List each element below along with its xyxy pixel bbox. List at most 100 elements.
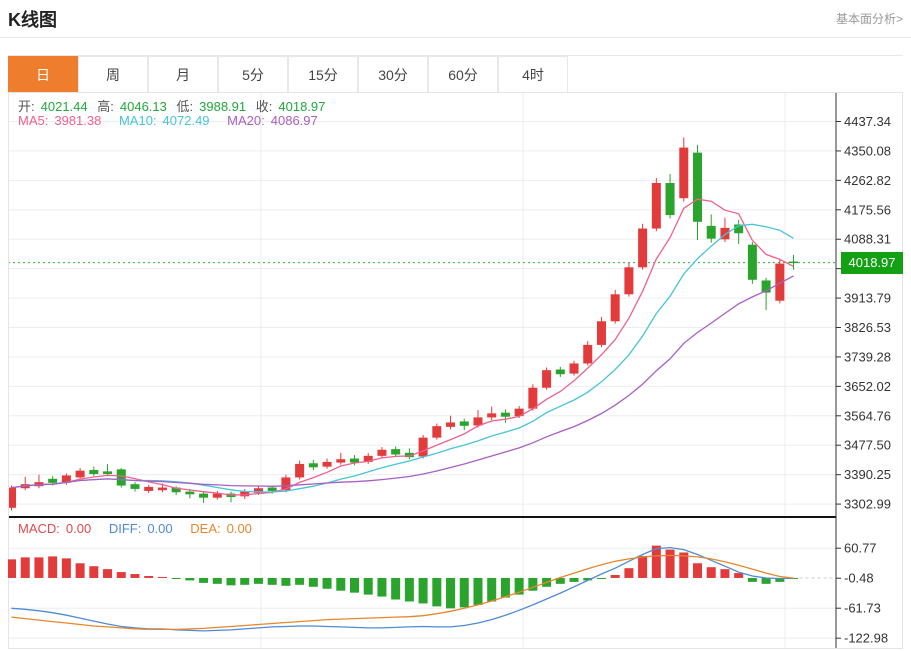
macd-histogram-bar — [130, 574, 139, 578]
open-label: 开: — [18, 99, 35, 114]
kline-page: K线图 基本面分析> 日周月5分15分30分60分4时 4437.344350.… — [0, 0, 911, 651]
open-value: 4021.44 — [41, 99, 88, 114]
y-axis-tick-label: 3390.25 — [844, 467, 891, 482]
y-axis-tick-label: 3826.53 — [844, 320, 891, 335]
macd-histogram-bar — [144, 576, 153, 578]
ma-info-line: MA5:3981.38 MA10:4072.49 MA20:4086.97 — [18, 113, 324, 128]
candle-body — [309, 463, 318, 467]
ma10-label: MA10: — [119, 113, 157, 128]
candle-body — [89, 470, 98, 474]
macd-histogram-bar — [762, 578, 771, 584]
y-axis-tick-label: 4262.82 — [844, 173, 891, 188]
candle-body — [693, 153, 702, 222]
candle-body — [528, 388, 537, 409]
macd-histogram-bar — [336, 578, 345, 591]
candle-body — [185, 492, 194, 495]
macd-histogram-bar — [103, 569, 112, 578]
macd-histogram-bar — [158, 577, 167, 578]
candle-body — [501, 413, 510, 417]
candle-body — [213, 494, 222, 498]
candle-body — [76, 471, 85, 478]
tab-5分[interactable]: 5分 — [218, 56, 288, 93]
candle-body — [583, 345, 592, 364]
ma5-label: MA5: — [18, 113, 48, 128]
macd-histogram-bar — [281, 578, 290, 586]
period-tabbar: 日周月5分15分30分60分4时 — [8, 55, 903, 92]
macd-histogram-bar — [295, 578, 304, 585]
tab-60分[interactable]: 60分 — [428, 56, 498, 93]
tab-30分[interactable]: 30分 — [358, 56, 428, 93]
macd-histogram-bar — [611, 575, 620, 578]
candle-body — [144, 487, 153, 491]
candle-body — [542, 370, 551, 388]
candle-body — [268, 488, 277, 491]
tab-4时[interactable]: 4时 — [498, 56, 568, 93]
candle-body — [295, 464, 304, 477]
candle-body — [487, 413, 496, 417]
macd-histogram-bar — [117, 572, 126, 578]
candle-body — [556, 370, 565, 375]
chart-border — [9, 93, 903, 649]
candle-body — [117, 469, 126, 485]
current-price-badge: 4018.97 — [841, 252, 903, 274]
diff-value: 0.00 — [147, 521, 172, 536]
macd-histogram-bar — [8, 559, 16, 578]
macd-histogram-bar — [227, 578, 236, 585]
macd-info-line: MACD:0.00 DIFF:0.00 DEA:0.00 — [18, 521, 258, 536]
ma5-value: 3981.38 — [54, 113, 101, 128]
macd-histogram-bar — [199, 578, 208, 583]
candle-body — [789, 262, 798, 264]
candle-body — [611, 294, 620, 321]
candle-body — [158, 488, 167, 491]
y-axis-tick-label: 3652.02 — [844, 379, 891, 394]
close-label: 收: — [256, 99, 273, 114]
header-divider — [0, 37, 911, 38]
macd-histogram-bar — [501, 578, 510, 598]
dea-label: DEA: — [190, 521, 220, 536]
macd-axis-tick-label: -0.48 — [844, 571, 874, 586]
candle-body — [336, 459, 345, 462]
tab-日[interactable]: 日 — [8, 56, 78, 93]
candle-body — [432, 426, 441, 437]
candle-body — [391, 449, 400, 454]
ma5-line — [12, 199, 794, 495]
macd-histogram-bar — [570, 578, 579, 582]
candle-body — [597, 321, 606, 345]
tab-15分[interactable]: 15分 — [288, 56, 358, 93]
macd-axis-tick-label: -122.98 — [844, 631, 888, 646]
tab-周[interactable]: 周 — [78, 56, 148, 93]
fundamental-analysis-link[interactable]: 基本面分析> — [836, 10, 903, 27]
ma10-line — [12, 224, 794, 492]
dea-line — [12, 555, 794, 629]
candle-body — [8, 488, 16, 508]
y-axis-tick-label: 3564.76 — [844, 408, 891, 423]
macd-histogram-bar — [350, 578, 359, 593]
macd-histogram-bar — [172, 578, 181, 579]
macd-histogram-bar — [89, 566, 98, 578]
macd-histogram-bar — [377, 578, 386, 597]
diff-line — [12, 548, 794, 631]
y-axis-tick-label: 3913.79 — [844, 291, 891, 306]
ma20-value: 4086.97 — [271, 113, 318, 128]
candle-body — [666, 183, 675, 215]
candle-body — [748, 245, 757, 280]
macd-histogram-bar — [473, 578, 482, 605]
macd-histogram-bar — [597, 578, 606, 579]
candle-body — [199, 494, 208, 498]
candle-body — [624, 267, 633, 294]
tab-月[interactable]: 月 — [148, 56, 218, 93]
candle-body — [707, 226, 716, 239]
macd-histogram-bar — [76, 563, 85, 578]
candlestick-chart-canvas[interactable]: 4437.344350.084262.824175.564088.314001.… — [8, 92, 903, 650]
close-value: 4018.97 — [278, 99, 325, 114]
macd-value: 0.00 — [66, 521, 91, 536]
low-value: 3988.91 — [199, 99, 246, 114]
macd-histogram-bar — [419, 578, 428, 603]
candle-body — [377, 450, 386, 456]
macd-histogram-bar — [21, 557, 30, 578]
macd-histogram-bar — [460, 578, 469, 607]
macd-histogram-bar — [34, 557, 43, 578]
ma20-label: MA20: — [227, 113, 265, 128]
y-axis-tick-label: 3302.99 — [844, 497, 891, 512]
macd-histogram-bar — [62, 558, 71, 578]
